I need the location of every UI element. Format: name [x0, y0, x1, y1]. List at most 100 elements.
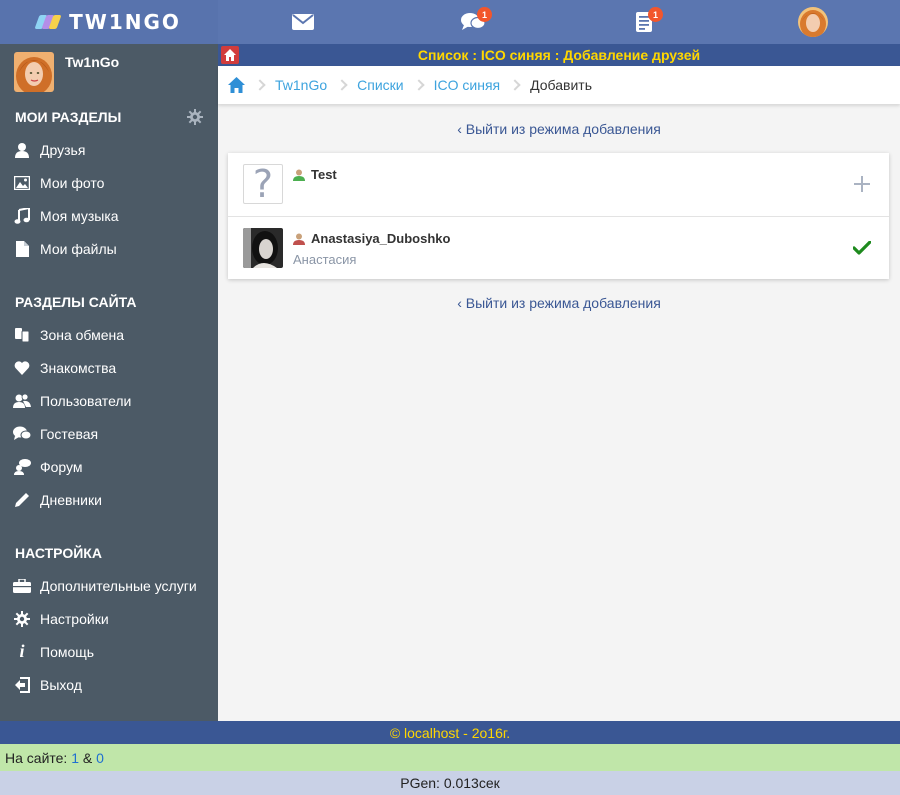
sidebar-item-label: Выход: [40, 676, 82, 693]
add-friend-button[interactable]: [851, 173, 873, 195]
sidebar-item-logout[interactable]: Выход: [0, 668, 218, 701]
notifications-badge: 1: [648, 7, 663, 22]
home-icon[interactable]: [221, 46, 239, 64]
user-icon: [13, 141, 31, 159]
sidebar-item-label: Гостевая: [40, 425, 99, 442]
gear-icon[interactable]: [187, 108, 203, 125]
profile-name[interactable]: Tw1nGo: [65, 54, 119, 70]
list-item: Anastasiya_Duboshko Анастасия: [228, 216, 889, 279]
avatar[interactable]: [14, 52, 54, 92]
exit-add-mode-link[interactable]: ‹ Выйти из режима добавления: [218, 295, 900, 311]
friend-name[interactable]: Anastasiya_Duboshko: [293, 231, 450, 246]
breadcrumb-separator: [254, 79, 266, 91]
user-male-icon: [293, 169, 305, 181]
sidebar-item-label: Дополнительные услуги: [40, 577, 197, 594]
messages-button[interactable]: [273, 0, 333, 44]
sidebar-item-forum[interactable]: Форум: [0, 450, 218, 483]
sidebar-item-exchange[interactable]: Зона обмена: [0, 318, 218, 351]
section-title-label: НАСТРОЙКА: [15, 544, 102, 561]
sidebar-item-photos[interactable]: Мои фото: [0, 166, 218, 199]
chat-icon: [13, 425, 31, 443]
section-title-settings: НАСТРОЙКА: [0, 536, 218, 569]
sidebar-item-users[interactable]: Пользователи: [0, 384, 218, 417]
friends-list: ? Test Anastasiya_Duboshko Анастасия: [228, 153, 889, 279]
breadcrumb-separator: [412, 79, 425, 91]
plus-icon: [854, 176, 870, 192]
sidebar-item-diaries[interactable]: Дневники: [0, 483, 218, 516]
breadcrumb-link[interactable]: ICO синяя: [434, 77, 501, 93]
sidebar-item-friends[interactable]: Друзья: [0, 133, 218, 166]
title-bar: Список : ICO синяя : Добавление друзей: [218, 44, 900, 66]
section-title-site-sections: РАЗДЕЛЫ САЙТА: [0, 285, 218, 318]
envelope-icon: [292, 14, 314, 30]
sidebar-item-dating[interactable]: Знакомства: [0, 351, 218, 384]
gear-icon: [13, 610, 31, 628]
home-icon[interactable]: [228, 77, 245, 93]
chat-button[interactable]: 1: [443, 0, 503, 44]
sidebar-item-label: Моя музыка: [40, 207, 119, 224]
online-amp: &: [82, 749, 93, 766]
info-icon: i: [19, 641, 25, 661]
sidebar-item-label: Дневники: [40, 491, 102, 508]
added-indicator[interactable]: [851, 237, 873, 259]
sidebar-item-help[interactable]: i Помощь: [0, 635, 218, 668]
notifications-button[interactable]: 1: [614, 0, 674, 44]
exit-add-mode-label: Выйти из режима добавления: [465, 121, 661, 137]
sidebar-item-label: Зона обмена: [40, 326, 125, 343]
breadcrumb: Tw1nGo Списки ICO синяя Добавить: [218, 66, 900, 104]
logo-area[interactable]: TW1NGO: [0, 0, 218, 44]
breadcrumb-link[interactable]: Tw1nGo: [275, 77, 327, 93]
avatar[interactable]: [243, 228, 283, 268]
exchange-icon: [13, 326, 31, 344]
page-generation-time: PGen: 0.013сек: [0, 771, 900, 795]
photo-icon: [13, 174, 31, 192]
music-icon: [13, 207, 31, 225]
friend-name[interactable]: Test: [293, 167, 337, 182]
sidebar-item-label: Мои файлы: [40, 240, 117, 257]
briefcase-icon: [13, 577, 31, 595]
logout-icon: [13, 676, 31, 694]
sidebar-item-extra-services[interactable]: Дополнительные услуги: [0, 569, 218, 602]
section-title-label: РАЗДЕЛЫ САЙТА: [15, 293, 137, 310]
sidebar: Tw1nGo МОИ РАЗДЕЛЫ Друзья Мои фото Моя м…: [0, 44, 218, 721]
footer: © localhost - 2o16г.: [0, 721, 900, 744]
sidebar-item-label: Настройки: [40, 610, 109, 627]
sidebar-item-music[interactable]: Моя музыка: [0, 199, 218, 232]
user-menu-button[interactable]: [783, 0, 843, 44]
users-icon: [13, 392, 31, 410]
chat-badge: 1: [477, 7, 492, 22]
unknown-avatar-icon: ?: [243, 164, 283, 204]
breadcrumb-separator: [336, 79, 348, 91]
list-item: ? Test: [228, 153, 889, 216]
friend-real-name: Анастасия: [293, 252, 357, 267]
top-bar: TW1NGO 1 1: [0, 0, 900, 44]
section-title-my-sections: МОИ РАЗДЕЛЫ: [0, 100, 218, 133]
online-users-count[interactable]: 1: [71, 750, 79, 766]
friend-name-text: Test: [311, 167, 337, 182]
sidebar-item-settings[interactable]: Настройки: [0, 602, 218, 635]
exit-add-mode-link[interactable]: ‹ Выйти из режима добавления: [218, 121, 900, 137]
logo-text: TW1NGO: [69, 10, 181, 34]
exit-add-mode-label: Выйти из режима добавления: [465, 295, 661, 311]
sidebar-item-label: Друзья: [40, 141, 86, 158]
heart-icon: [13, 359, 31, 377]
pgen-text: PGen: 0.013сек: [400, 775, 500, 791]
sidebar-item-files[interactable]: Мои файлы: [0, 232, 218, 265]
profile-block[interactable]: Tw1nGo: [0, 44, 218, 100]
sidebar-item-label: Мои фото: [40, 174, 105, 191]
copyright-text: © localhost - 2o16г.: [389, 724, 511, 741]
logo[interactable]: TW1NGO: [34, 10, 181, 34]
breadcrumb-link[interactable]: Списки: [357, 77, 403, 93]
online-label: На сайте:: [5, 749, 68, 766]
avatar: [798, 7, 828, 37]
sidebar-item-label: Пользователи: [40, 392, 132, 409]
pencil-icon: [13, 491, 31, 509]
online-counter: На сайте: 1 & 0: [0, 744, 900, 771]
breadcrumb-current: Добавить: [530, 77, 592, 93]
forum-icon: [13, 458, 31, 476]
sidebar-item-guestbook[interactable]: Гостевая: [0, 417, 218, 450]
online-guests-count[interactable]: 0: [96, 750, 104, 766]
page-title: Список : ICO синяя : Добавление друзей: [417, 47, 701, 63]
sidebar-item-label: Знакомства: [40, 359, 117, 376]
chevron-left-icon: ‹: [457, 121, 462, 137]
